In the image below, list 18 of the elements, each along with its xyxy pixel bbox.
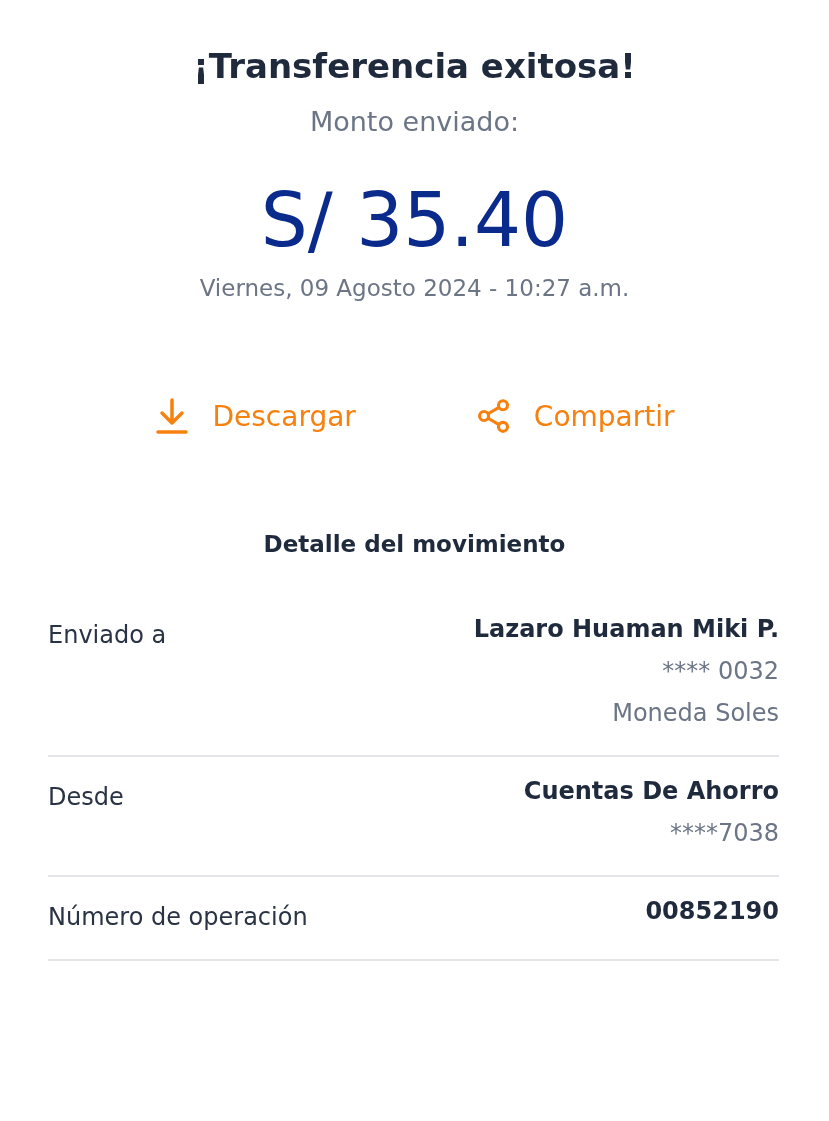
amount-value: S/ 35.40 [260,177,569,263]
detail-value: Lazaro Huaman Miki P. [473,615,779,643]
detail-label: Número de operación [48,902,308,931]
detail-value: Cuentas De Ahorro [523,777,779,805]
success-title: ¡Transferencia exitosa! [193,46,636,86]
detail-info: Moneda Soles [612,699,779,727]
share-button[interactable]: Compartir [475,396,675,436]
download-icon [154,396,191,436]
details-title: Detalle del movimiento [262,531,567,557]
download-button[interactable]: Descargar [154,396,356,436]
detail-info: ****7038 [669,819,779,847]
detail-label: Enviado a [48,620,167,651]
transfer-date: Viernes, 09 Agosto 2024 - 10:27 a.m. [199,275,630,301]
share-icon [475,396,512,436]
detail-info: **** 0032 [662,657,779,685]
amount-label: Monto enviado: [309,106,520,137]
detail-value: 00852190 [645,897,779,925]
detail-label: Desde [48,782,124,813]
